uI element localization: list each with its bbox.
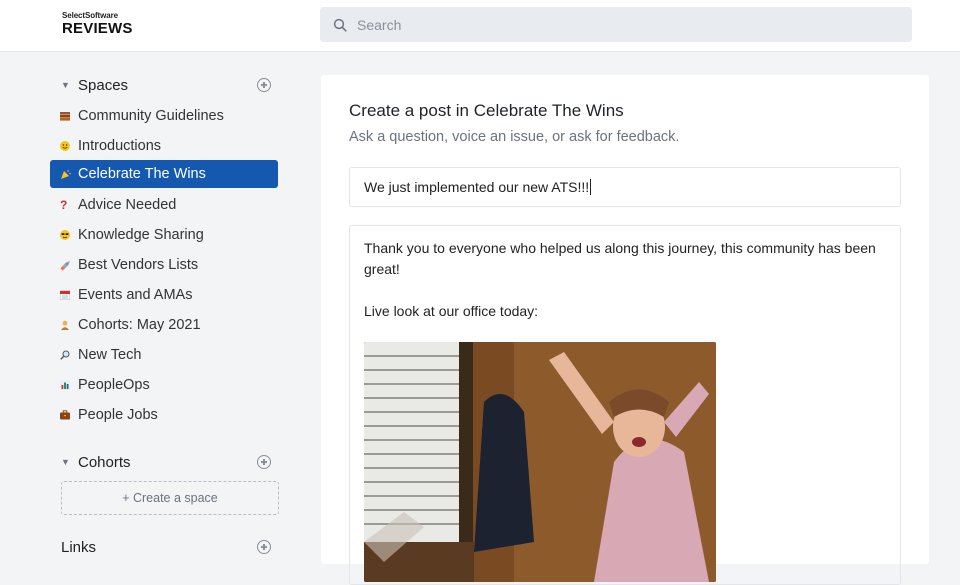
links-section-title: Links: [61, 538, 97, 556]
sidebar-item-label: Best Vendors Lists: [78, 257, 199, 273]
bar-chart-icon: [60, 380, 78, 390]
spaces-section-title: Spaces: [78, 76, 129, 94]
sidebar-item-peopleops[interactable]: PeopleOps: [50, 371, 278, 399]
sidebar-item-label: Knowledge Sharing: [78, 227, 204, 243]
search-placeholder: Search: [357, 16, 402, 33]
post-title-value: We just implemented our new ATS!!!: [364, 179, 590, 195]
person-icon: [60, 320, 78, 330]
smiley-icon: [60, 141, 78, 151]
post-panel-title: Create a post in Celebrate The Wins: [349, 101, 624, 120]
sidebar-item-cohorts-may-2021[interactable]: Cohorts: May 2021: [50, 311, 278, 339]
sidebar-item-label: Introductions: [78, 138, 162, 154]
links-section-header[interactable]: Links: [50, 535, 278, 559]
sidebar-item-celebrate-the-wins[interactable]: Celebrate The Wins: [50, 160, 278, 188]
logo-big-text: REVIEWS: [62, 20, 133, 37]
sidebar-item-introductions[interactable]: Introductions: [50, 132, 278, 160]
sidebar-item-label: Events and AMAs: [78, 287, 193, 303]
magnifier-icon: [60, 350, 78, 360]
body-paragraph: Thank you to everyone who helped us alon…: [364, 240, 876, 277]
cohorts-section-header[interactable]: ▼ Cohorts: [50, 450, 278, 474]
add-cohort-icon[interactable]: [257, 455, 271, 469]
celebration-photo: [364, 342, 716, 582]
sidebar-item-label: Cohorts: May 2021: [78, 317, 201, 333]
sidebar-item-best-vendors-lists[interactable]: Best Vendors Lists: [50, 251, 278, 279]
sidebar-item-label: Celebrate The Wins: [78, 166, 206, 182]
sidebar-item-advice-needed[interactable]: ? Advice Needed: [50, 191, 278, 219]
top-bar: SelectSoftware REVIEWS Search: [0, 0, 960, 52]
sidebar-item-label: Community Guidelines: [78, 108, 224, 124]
caret-down-icon: ▼: [61, 457, 70, 467]
sidebar-item-label: PeopleOps: [78, 377, 150, 393]
sidebar-item-new-tech[interactable]: New Tech: [50, 341, 278, 369]
party-popper-icon: [60, 169, 78, 180]
add-space-icon[interactable]: [257, 78, 271, 92]
text-cursor: [590, 179, 592, 195]
caret-down-icon: ▼: [61, 80, 70, 90]
body-paragraph: Live look at our office today:: [364, 303, 539, 319]
sidebar-item-people-jobs[interactable]: People Jobs: [50, 401, 278, 429]
add-link-icon[interactable]: [257, 540, 271, 554]
rocket-icon: [60, 260, 78, 271]
cohorts-section-title: Cohorts: [78, 453, 131, 471]
post-body-editor[interactable]: Thank you to everyone who helped us alon…: [349, 225, 901, 585]
embedded-gif-image[interactable]: [364, 342, 716, 582]
logo-small-text: SelectSoftware: [62, 11, 118, 20]
create-space-button[interactable]: + Create a space: [61, 481, 279, 515]
search-input[interactable]: Search: [320, 7, 912, 42]
question-mark-icon: ?: [60, 198, 68, 212]
books-icon: [60, 111, 78, 121]
spaces-section-header[interactable]: ▼ Spaces: [50, 73, 278, 97]
sidebar-item-label: People Jobs: [78, 407, 158, 423]
search-icon: [333, 18, 347, 32]
post-title-input[interactable]: We just implemented our new ATS!!!: [349, 167, 901, 207]
sidebar-item-label: Advice Needed: [78, 197, 177, 213]
create-post-panel: Create a post in Celebrate The Wins Ask …: [321, 75, 929, 585]
calendar-icon: [60, 290, 78, 300]
briefcase-icon: [60, 410, 78, 420]
post-panel-subtitle: Ask a question, voice an issue, or ask f…: [349, 129, 680, 145]
sidebar: ▼ Spaces Community Guidelines Introducti…: [50, 52, 280, 564]
sidebar-item-label: New Tech: [78, 347, 142, 363]
sidebar-item-events-and-amas[interactable]: Events and AMAs: [50, 281, 278, 309]
sidebar-item-knowledge-sharing[interactable]: Knowledge Sharing: [50, 221, 278, 249]
sidebar-item-community-guidelines[interactable]: Community Guidelines: [50, 102, 278, 130]
sunglasses-face-icon: [60, 230, 78, 240]
logo[interactable]: SelectSoftware REVIEWS: [62, 11, 133, 37]
